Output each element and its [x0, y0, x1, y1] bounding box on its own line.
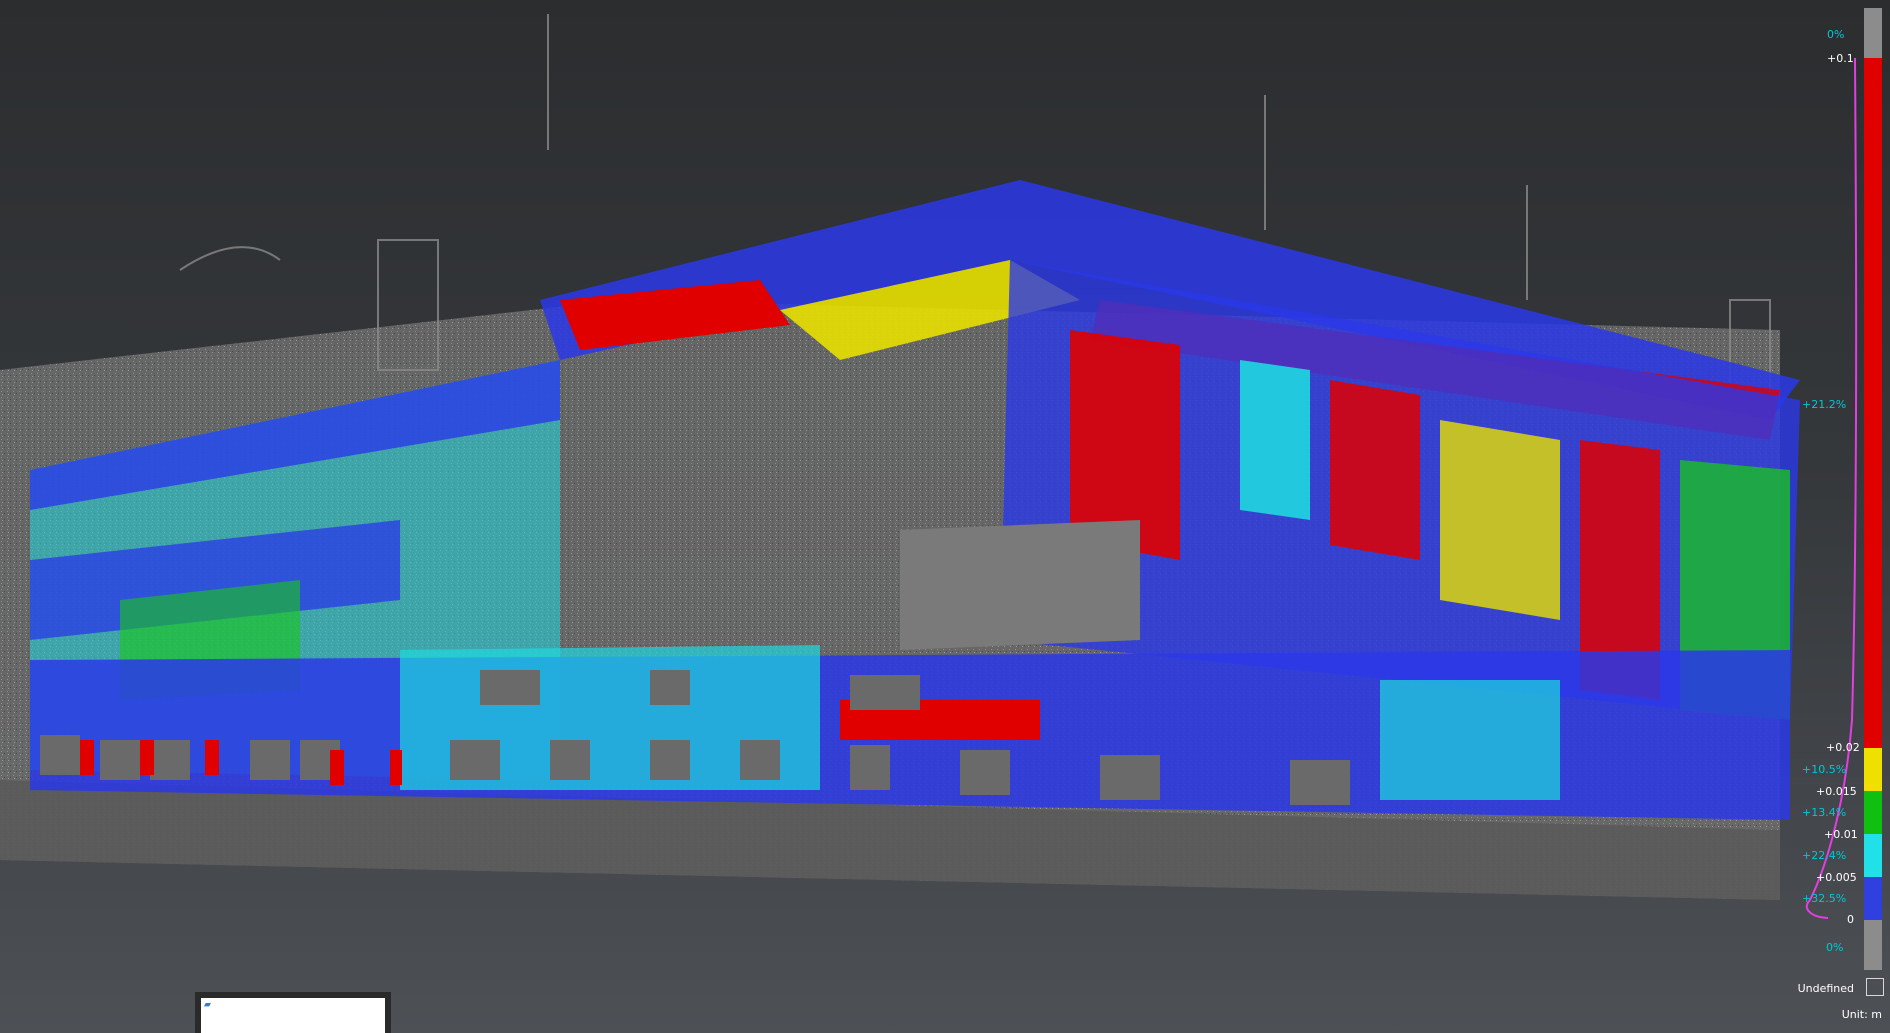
app-icon: ▰: [204, 1000, 211, 1010]
scale-bottom-percent: 0%: [1826, 941, 1844, 954]
scale-top-percent: 0%: [1827, 28, 1845, 41]
scale-zero-value: 0: [1847, 913, 1854, 926]
undefined-label: Undefined: [1797, 982, 1854, 995]
scale-value-0-01: +0.01: [1824, 828, 1858, 841]
scale-blue-percent: +32.5%: [1802, 892, 1847, 905]
mini-window-content[interactable]: ▰: [201, 998, 385, 1033]
scale-green-percent: +13.4%: [1802, 806, 1847, 819]
3d-viewport[interactable]: [0, 0, 1890, 1033]
color-scale-panel: 0% +0.1 +21.2% +0.02 +10.5% +0.015 +13.4…: [1780, 0, 1890, 1033]
scale-value-0-02: +0.02: [1826, 741, 1860, 754]
scale-cyan-percent: +22.4%: [1802, 849, 1847, 862]
scale-value-0-005: +0.005: [1816, 871, 1857, 884]
scale-max-value: +0.1: [1827, 52, 1854, 65]
scale-value-0-015: +0.015: [1816, 785, 1857, 798]
unit-label: Unit: m: [1841, 1008, 1882, 1021]
undefined-color-swatch: [1866, 978, 1884, 996]
mini-window[interactable]: ▰: [195, 992, 391, 1033]
point-cloud-view[interactable]: [0, 0, 1890, 1033]
scale-red-percent: +21.2%: [1802, 398, 1847, 411]
scale-yellow-percent: +10.5%: [1802, 763, 1847, 776]
undefined-row: Undefined: [1790, 978, 1890, 1000]
